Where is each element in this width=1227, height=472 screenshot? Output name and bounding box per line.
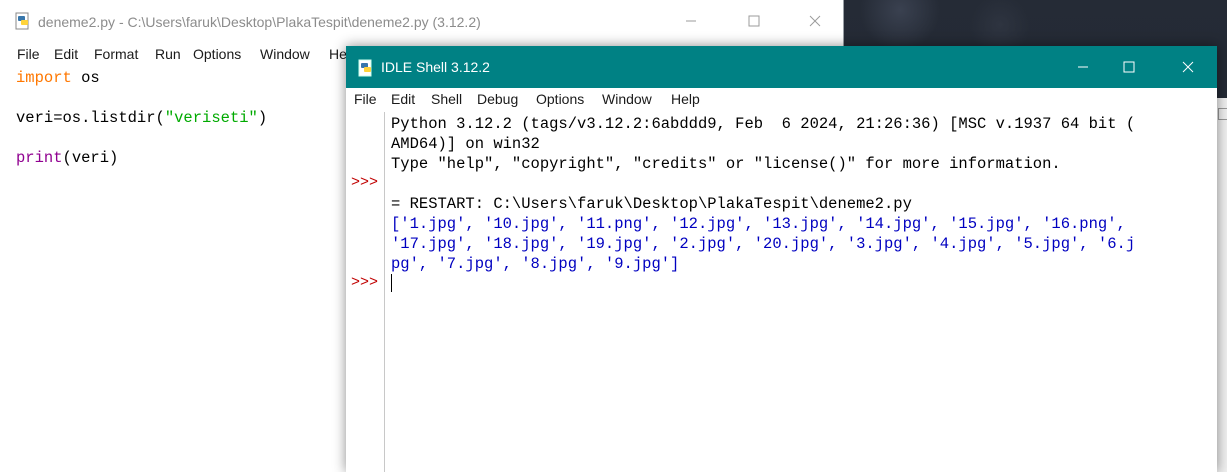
shell-window-title: IDLE Shell 3.12.2	[381, 59, 490, 75]
background-window-sliver	[1217, 98, 1227, 472]
output-line: pg', '7.jpg', '8.jpg', '9.jpg']	[391, 255, 680, 273]
string-literal: "veriseti"	[164, 109, 258, 127]
editor-window-title: deneme2.py - C:\Users\faruk\Desktop\Plak…	[38, 14, 481, 30]
keyword-import: import	[16, 69, 72, 87]
menu-file[interactable]: File	[17, 46, 40, 62]
menu-edit[interactable]: Edit	[391, 91, 415, 107]
output-line: = RESTART: C:\Users\faruk\Desktop\PlakaT…	[391, 195, 912, 213]
menu-file[interactable]: File	[354, 91, 377, 107]
python-idle-icon	[15, 12, 29, 30]
menu-window[interactable]: Window	[260, 46, 310, 62]
text-cursor	[391, 274, 392, 292]
menu-help[interactable]: He	[329, 46, 347, 62]
menu-help[interactable]: Help	[671, 91, 700, 107]
menu-format[interactable]: Format	[94, 46, 138, 62]
close-icon[interactable]	[792, 6, 838, 36]
shell-output: Python 3.12.2 (tags/v3.12.2:6abddd9, Feb…	[391, 114, 1135, 274]
output-line: Type "help", "copyright", "credits" or "…	[391, 155, 1061, 173]
prompt-gutter: >>> >>>	[346, 112, 385, 472]
shell-prompt: >>>	[351, 274, 379, 291]
output-line: AMD64)] on win32	[391, 135, 540, 153]
code-text: veri=os.listdir(	[16, 109, 165, 127]
code-line: import os	[16, 68, 267, 88]
output-line: ['1.jpg', '10.jpg', '11.png', '12.jpg', …	[391, 215, 1126, 233]
code-text: )	[257, 109, 268, 127]
keyword-print: print	[16, 149, 63, 167]
python-idle-icon	[358, 59, 372, 77]
code-line: veri=os.listdir("veriseti")	[16, 108, 267, 128]
output-line: '17.jpg', '18.jpg', '19.jpg', '2.jpg', '…	[391, 235, 1136, 253]
maximize-icon[interactable]	[1106, 52, 1152, 82]
menu-debug[interactable]: Debug	[477, 91, 518, 107]
code-editor-area[interactable]: import os veri=os.listdir("veriseti") pr…	[16, 68, 267, 168]
menu-window[interactable]: Window	[602, 91, 652, 107]
minimize-icon[interactable]	[668, 6, 714, 36]
code-text: (veri)	[62, 149, 119, 167]
menu-run[interactable]: Run	[155, 46, 181, 62]
output-line: Python 3.12.2 (tags/v3.12.2:6abddd9, Feb…	[391, 115, 1136, 133]
close-icon[interactable]	[1165, 52, 1211, 82]
editor-titlebar[interactable]: deneme2.py - C:\Users\faruk\Desktop\Plak…	[0, 0, 843, 42]
shell-prompt: >>>	[351, 174, 379, 191]
menu-options[interactable]: Options	[536, 91, 584, 107]
code-line: print(veri)	[16, 148, 267, 168]
minimize-icon[interactable]	[1060, 52, 1106, 82]
shell-menubar: File Edit Shell Debug Options Window Hel…	[346, 88, 1217, 112]
menu-options[interactable]: Options	[193, 46, 241, 62]
shell-text-area[interactable]: >>> >>> Python 3.12.2 (tags/v3.12.2:6abd…	[346, 112, 1217, 472]
maximize-icon[interactable]	[731, 6, 777, 36]
code-text: os	[71, 69, 100, 87]
menu-edit[interactable]: Edit	[54, 46, 78, 62]
idle-shell-window: IDLE Shell 3.12.2 File Edit Shell Debug …	[346, 46, 1217, 472]
shell-titlebar[interactable]: IDLE Shell 3.12.2	[346, 46, 1217, 88]
menu-shell[interactable]: Shell	[431, 91, 462, 107]
